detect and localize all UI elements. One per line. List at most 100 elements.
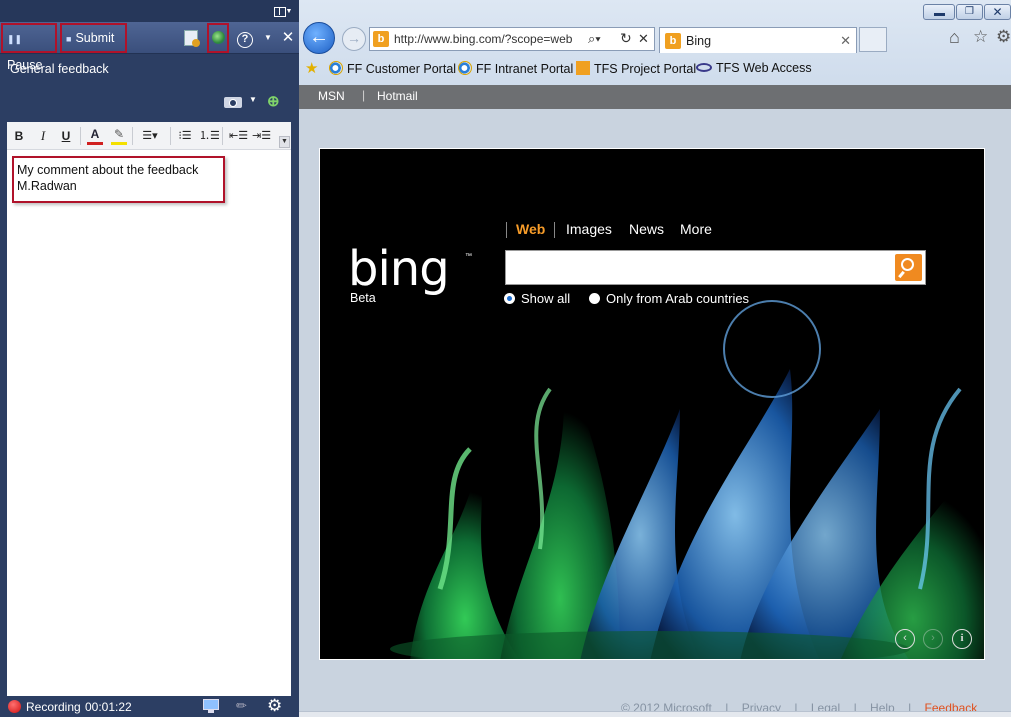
add-favorite-star-icon[interactable]: ★ — [305, 59, 318, 77]
scope-images[interactable]: Images — [566, 221, 612, 237]
italic-icon[interactable]: I — [37, 128, 49, 144]
panel-heading: General feedback — [10, 62, 109, 76]
recording-label: Recording — [26, 700, 81, 714]
search-icon — [901, 258, 914, 271]
tab-bing[interactable]: b Bing ✕ — [659, 27, 857, 53]
close-icon: ✕ — [281, 29, 295, 46]
pause-icon: ❚❚ — [7, 34, 23, 44]
ie-icon — [458, 61, 472, 75]
font-color-icon[interactable]: A — [87, 128, 103, 145]
forward-button[interactable]: → — [342, 27, 366, 51]
scope-more[interactable]: More — [680, 221, 712, 237]
refresh-icon[interactable]: ↻ — [620, 30, 632, 47]
search-input[interactable] — [508, 253, 892, 282]
address-url[interactable]: http://www.bing.com/?scope=web — [394, 32, 584, 46]
radio-arab-countries[interactable]: Only from Arab countries — [589, 291, 749, 306]
browser-window: ❐ ✕ ← → b http://www.bing.com/?scope=web… — [299, 0, 1011, 717]
scope-web[interactable]: Web — [516, 221, 545, 237]
globe-icon — [212, 31, 225, 44]
recording-timer: 00:01:22 — [85, 700, 132, 714]
add-attachment-icon[interactable]: ⊕ — [267, 92, 280, 110]
feedback-panel: ▼ ❚❚Pause ■ Submit ? ▼ ✕ General feedback… — [0, 0, 299, 717]
chevron-down-icon[interactable]: ▼ — [249, 95, 257, 104]
tfs-web-access-icon — [696, 63, 712, 72]
new-tab-button[interactable] — [859, 27, 887, 52]
previous-image-icon[interactable]: ‹ — [895, 629, 915, 649]
search-button[interactable] — [895, 254, 922, 281]
submit-button[interactable]: ■ Submit — [60, 23, 127, 53]
pen-icon[interactable]: ✏ — [236, 698, 247, 714]
close-panel-button[interactable]: ✕ — [278, 28, 298, 48]
minimize-button[interactable] — [923, 4, 955, 20]
gear-icon[interactable]: ⚙ — [267, 696, 282, 716]
stop-icon: ■ — [66, 34, 72, 44]
ie-icon — [329, 61, 343, 75]
tfs-portal-icon — [576, 61, 590, 75]
underline-icon[interactable]: U — [60, 128, 72, 144]
favorite-link[interactable]: FF Intranet Portal — [458, 61, 573, 76]
comment-editor[interactable]: B I U A ✎ ☰▾ ⁝☰ ⒈☰ ⇤☰ ⇥☰ ▼ My comment ab… — [7, 122, 291, 696]
toolbar-divider — [80, 127, 81, 145]
pause-button[interactable]: ❚❚Pause — [1, 23, 57, 72]
monitor-icon[interactable] — [203, 699, 219, 713]
help-button[interactable]: ? — [235, 28, 255, 48]
browser-chrome: ❐ ✕ ← → b http://www.bing.com/?scope=web… — [299, 0, 1011, 85]
comment-line: M.Radwan — [17, 179, 77, 193]
scope-news[interactable]: News — [629, 221, 664, 237]
bing-logo: bing — [348, 241, 450, 297]
stop-icon[interactable]: ✕ — [638, 31, 649, 47]
favorite-link[interactable]: TFS Web Access — [696, 61, 812, 75]
bing-favicon-icon: b — [665, 33, 681, 49]
help-dropdown-button[interactable]: ▼ — [258, 28, 278, 48]
horizontal-scrollbar[interactable] — [299, 711, 1011, 717]
bullet-list-icon[interactable]: ⁝☰ — [177, 128, 193, 144]
trademark-mark: ™ — [465, 253, 472, 260]
attach-file-icon — [184, 30, 200, 47]
home-icon[interactable]: ⌂ — [949, 27, 960, 48]
attach-file-button[interactable] — [181, 28, 201, 48]
nav-link-msn[interactable]: MSN — [318, 89, 345, 103]
back-button[interactable]: ← — [303, 22, 335, 54]
toolbar-divider — [170, 127, 171, 145]
restore-button[interactable]: ❐ — [956, 4, 983, 20]
close-window-button[interactable]: ✕ — [984, 4, 1011, 20]
panel-title-bar: ▼ — [0, 0, 299, 22]
favorite-link[interactable]: FF Customer Portal — [329, 61, 456, 76]
formatting-toolbar: B I U A ✎ ☰▾ ⁝☰ ⒈☰ ⇤☰ ⇥☰ ▼ — [7, 122, 291, 150]
numbered-list-icon[interactable]: ⒈☰ — [199, 128, 220, 144]
capture-screenshot-button[interactable] — [207, 23, 229, 53]
bing-favicon-icon: b — [373, 31, 389, 47]
layout-toggle-button[interactable]: ▼ — [271, 3, 295, 19]
info-icon[interactable]: i — [952, 629, 972, 649]
feedback-toolbar: ❚❚Pause ■ Submit ? ▼ ✕ — [0, 22, 299, 72]
decrease-indent-icon[interactable]: ⇤☰ — [229, 128, 248, 144]
search-dropdown-icon[interactable]: ⌕▾ — [588, 31, 601, 47]
increase-indent-icon[interactable]: ⇥☰ — [252, 128, 271, 144]
recording-icon — [8, 700, 21, 713]
camera-icon[interactable] — [224, 94, 242, 108]
search-box — [505, 250, 926, 285]
tools-gear-icon[interactable]: ⚙ — [996, 27, 1011, 47]
search-scope-bar: Web Images News More — [506, 221, 766, 239]
radio-show-all[interactable]: Show all — [504, 291, 570, 306]
chevron-down-icon: ▼ — [285, 7, 293, 15]
highlight-icon[interactable]: ✎ — [111, 128, 127, 145]
nav-separator: | — [362, 88, 366, 102]
comment-text[interactable]: My comment about the feedback M.Radwan — [12, 156, 225, 203]
arrow-right-icon: → — [347, 30, 361, 46]
page-top-nav: MSN | Hotmail — [299, 85, 1011, 109]
next-image-icon[interactable]: › — [923, 629, 943, 649]
close-tab-icon[interactable]: ✕ — [840, 33, 851, 49]
arrow-left-icon: ← — [309, 26, 329, 48]
favorite-link[interactable]: TFS Project Portal — [576, 61, 696, 76]
nav-link-hotmail[interactable]: Hotmail — [377, 89, 418, 103]
comment-line: My comment about the feedback — [17, 163, 199, 177]
more-options-icon[interactable]: ▼ — [279, 136, 290, 148]
address-bar[interactable]: b http://www.bing.com/?scope=web ⌕▾ ↻ ✕ — [369, 27, 655, 51]
help-icon: ? — [237, 32, 253, 48]
bold-icon[interactable]: B — [13, 128, 25, 144]
recording-status-bar: Recording 00:01:22 ✏ ⚙ — [0, 696, 299, 717]
tab-title: Bing — [686, 34, 712, 48]
favorites-star-icon[interactable]: ☆ — [973, 27, 988, 47]
align-left-icon[interactable]: ☰▾ — [138, 128, 162, 144]
